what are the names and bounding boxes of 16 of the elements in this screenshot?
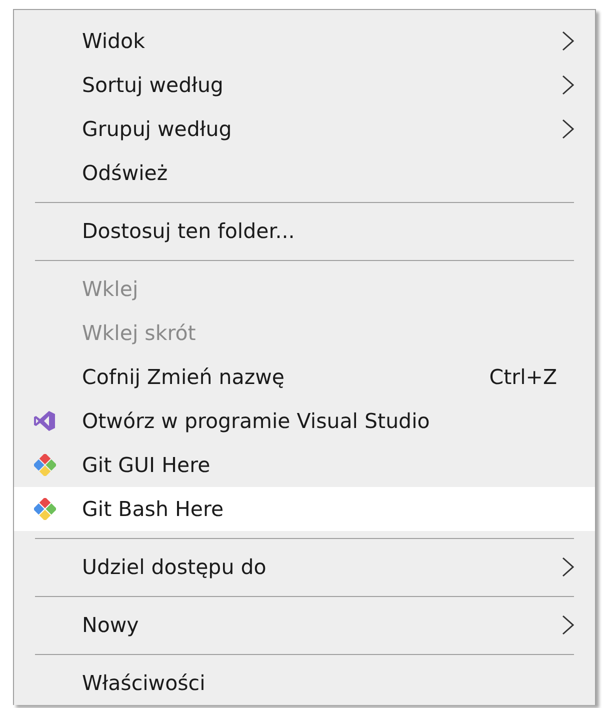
menu-item[interactable]: Sortuj według [14, 63, 595, 107]
menu-item[interactable]: Dostosuj ten folder... [14, 209, 595, 253]
diamond-icon [34, 454, 56, 476]
menu-item[interactable]: Grupuj według [14, 107, 595, 151]
shortcut-text: Ctrl+Z [489, 365, 557, 389]
menu-item[interactable]: Widok [14, 19, 595, 63]
menu-item[interactable]: Odśwież [14, 151, 595, 195]
menu-item[interactable]: Udziel dostępu do [14, 545, 595, 589]
menu-item[interactable]: Cofnij Zmień nazwę Ctrl+Z [14, 355, 595, 399]
menu-item[interactable]: Właściwości [14, 661, 595, 705]
menu-item[interactable]: Nowy [14, 603, 595, 647]
menu-item[interactable]: Otwórz w programie Visual Studio [14, 399, 595, 443]
diamond-icon [34, 498, 56, 520]
menu-item[interactable]: Git Bash Here [14, 487, 595, 531]
menu-item[interactable]: Git GUI Here [14, 443, 595, 487]
ribbon-icon [34, 410, 56, 432]
